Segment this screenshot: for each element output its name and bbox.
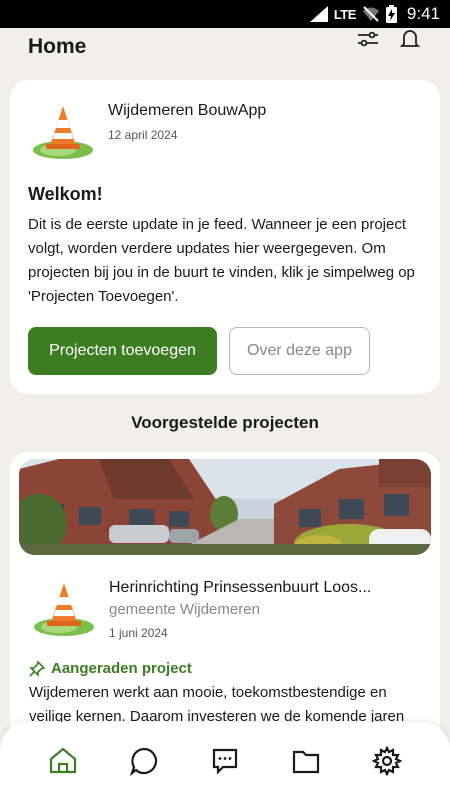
- welcome-card: Wijdemeren BouwApp 12 april 2024 Welkom!…: [10, 80, 440, 394]
- nav-chat[interactable]: [124, 741, 164, 781]
- traffic-cone-logo: [33, 106, 93, 159]
- nav-home[interactable]: [43, 741, 83, 781]
- nav-settings[interactable]: [367, 741, 407, 781]
- pin-icon: [29, 660, 45, 677]
- settings-icon: [372, 746, 403, 776]
- signal-icon: [309, 6, 328, 22]
- status-bar: LTE 9:41: [0, 0, 450, 28]
- app-header: Home: [0, 28, 450, 72]
- post-meta: Wijdemeren BouwApp 12 april 2024: [28, 100, 422, 162]
- about-app-button[interactable]: Over deze app: [229, 327, 370, 375]
- traffic-cone-logo: [34, 583, 94, 636]
- chat-icon: [129, 747, 157, 776]
- battery-charging-icon: [385, 5, 397, 23]
- project-organization: gemeente Wijdemeren: [109, 601, 260, 618]
- app-name: Wijdemeren BouwApp: [108, 102, 267, 119]
- recommended-badge: Aangeraden project: [19, 660, 431, 677]
- home-icon: [49, 747, 76, 774]
- welcome-text: Dit is de eerste update in je feed. Wann…: [28, 216, 415, 305]
- folder-icon: [293, 750, 320, 774]
- sliders-icon[interactable]: [356, 27, 380, 51]
- bottom-navigation: [0, 722, 450, 800]
- project-title: Herinrichting Prinsessenbuurt Loos...: [109, 579, 372, 596]
- bell-icon[interactable]: [398, 27, 422, 51]
- nav-projects[interactable]: [286, 741, 326, 781]
- project-meta: Herinrichting Prinsessenbuurt Loos... ge…: [19, 577, 431, 640]
- add-projects-button[interactable]: Projecten toevoegen: [28, 327, 217, 375]
- network-type: LTE: [333, 6, 357, 22]
- project-photo: [19, 459, 431, 555]
- welcome-title: Welkom!: [28, 184, 103, 204]
- message-icon: [212, 748, 238, 775]
- wifi-off-icon: [362, 6, 379, 22]
- post-date: 12 april 2024: [108, 128, 178, 142]
- nav-messages[interactable]: [205, 741, 245, 781]
- section-title: Voorgestelde projecten: [131, 413, 319, 432]
- page-title: Home: [28, 35, 87, 58]
- project-date: 1 juni 2024: [109, 626, 168, 640]
- recommended-label: Aangeraden project: [51, 660, 192, 677]
- clock: 9:41: [406, 4, 440, 23]
